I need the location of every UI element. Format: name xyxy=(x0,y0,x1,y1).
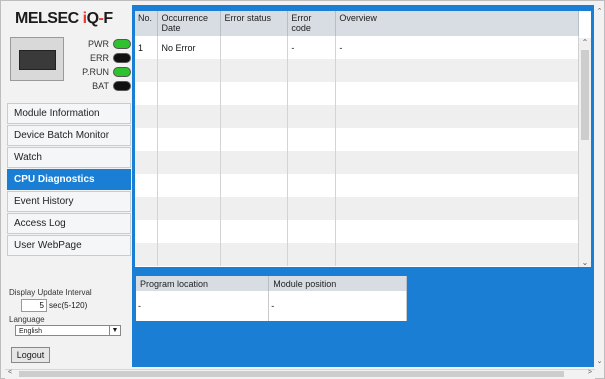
bat-led-icon xyxy=(113,81,131,91)
prun-led-icon xyxy=(113,67,131,77)
melsec-logo: MELSEC iQ-F xyxy=(15,10,113,27)
table-row xyxy=(135,59,579,82)
error-table: No. Occurrence Date Error status Error c… xyxy=(135,11,579,266)
table-row xyxy=(135,82,579,105)
error-table-header: No. Occurrence Date Error status Error c… xyxy=(135,11,579,36)
table-row xyxy=(135,220,579,243)
cell-overview: - xyxy=(335,36,579,59)
page-vertical-scrollbar[interactable]: ⌃ ⌄ xyxy=(595,5,604,367)
cpu-module-image xyxy=(10,37,64,81)
scroll-left-icon[interactable]: < xyxy=(8,369,12,376)
col-overview: Overview xyxy=(335,11,579,36)
cell-error-status xyxy=(220,36,289,59)
cell-occurrence-date: No Error xyxy=(157,36,222,59)
scroll-down-icon[interactable]: ⌄ xyxy=(579,258,591,267)
side-menu: Module Information Device Batch Monitor … xyxy=(7,103,131,257)
menu-cpu-diagnostics[interactable]: CPU Diagnostics xyxy=(7,169,131,190)
led-prun: P.RUN xyxy=(65,65,131,79)
error-table-container: No. Occurrence Date Error status Error c… xyxy=(135,11,591,267)
table-row xyxy=(135,105,579,128)
error-table-body: 1 No Error - - xyxy=(135,36,579,266)
language-select[interactable]: English ▼ xyxy=(15,325,121,336)
menu-access-log[interactable]: Access Log xyxy=(7,213,131,234)
col-error-status: Error status xyxy=(220,11,289,36)
table-row xyxy=(135,243,579,266)
language-label: Language xyxy=(9,315,45,324)
cell-no: 1 xyxy=(135,36,159,59)
chevron-down-icon[interactable]: ▼ xyxy=(109,326,120,335)
table-row[interactable]: 1 No Error - - xyxy=(135,36,579,59)
col-program-location: Program location xyxy=(136,276,270,291)
led-status-panel: PWR ERR P.RUN BAT xyxy=(65,37,131,93)
table-row xyxy=(135,128,579,151)
update-interval-unit: sec(5-120) xyxy=(49,301,88,310)
cell-module-position: - xyxy=(268,291,407,321)
menu-watch[interactable]: Watch xyxy=(7,147,131,168)
table-row xyxy=(135,174,579,197)
page-scroll-down-icon[interactable]: ⌄ xyxy=(595,357,604,365)
led-err: ERR xyxy=(65,51,131,65)
table-row: - - xyxy=(136,291,407,321)
location-table-header: Program location Module position xyxy=(136,276,407,291)
cpu-diagnostics-panel: No. Occurrence Date Error status Error c… xyxy=(132,5,594,367)
update-interval-label: Display Update Interval xyxy=(9,288,92,297)
scrollbar-thumb[interactable] xyxy=(581,50,589,140)
logout-button[interactable]: Logout xyxy=(11,347,50,363)
menu-device-batch-monitor[interactable]: Device Batch Monitor xyxy=(7,125,131,146)
scroll-right-icon[interactable]: > xyxy=(588,369,592,376)
browser-frame: MELSEC iQ-F PWR ERR P.RUN BAT Module Inf… xyxy=(0,0,605,379)
location-table: Program location Module position - - xyxy=(136,276,407,321)
left-panel: MELSEC iQ-F PWR ERR P.RUN BAT Module Inf… xyxy=(5,5,131,367)
menu-module-information[interactable]: Module Information xyxy=(7,103,131,124)
update-interval-input[interactable] xyxy=(21,299,47,312)
pwr-led-icon xyxy=(113,39,131,49)
led-pwr: PWR xyxy=(65,37,131,51)
language-selected-value: English xyxy=(19,328,42,335)
col-error-code: Error code xyxy=(287,11,337,36)
menu-event-history[interactable]: Event History xyxy=(7,191,131,212)
page-scroll-up-icon[interactable]: ⌃ xyxy=(595,7,604,15)
err-led-icon xyxy=(113,53,131,63)
table-row xyxy=(135,197,579,220)
horizontal-scrollbar-thumb[interactable] xyxy=(19,371,564,377)
cell-program-location: - xyxy=(136,291,270,321)
scroll-up-icon[interactable]: ⌃ xyxy=(579,38,591,47)
page-horizontal-scrollbar[interactable]: < > xyxy=(5,369,595,379)
error-table-scrollbar[interactable]: ⌃ ⌄ xyxy=(578,38,591,267)
col-module-position: Module position xyxy=(268,276,407,291)
update-interval-row: sec(5-120) xyxy=(21,299,87,312)
table-row xyxy=(135,151,579,174)
location-table-container: Program location Module position - - xyxy=(136,276,407,321)
col-occurrence-date: Occurrence Date xyxy=(157,11,222,36)
cell-error-code: - xyxy=(287,36,337,59)
menu-user-webpage[interactable]: User WebPage xyxy=(7,235,131,256)
led-bat: BAT xyxy=(65,79,131,93)
col-no: No. xyxy=(135,11,159,36)
